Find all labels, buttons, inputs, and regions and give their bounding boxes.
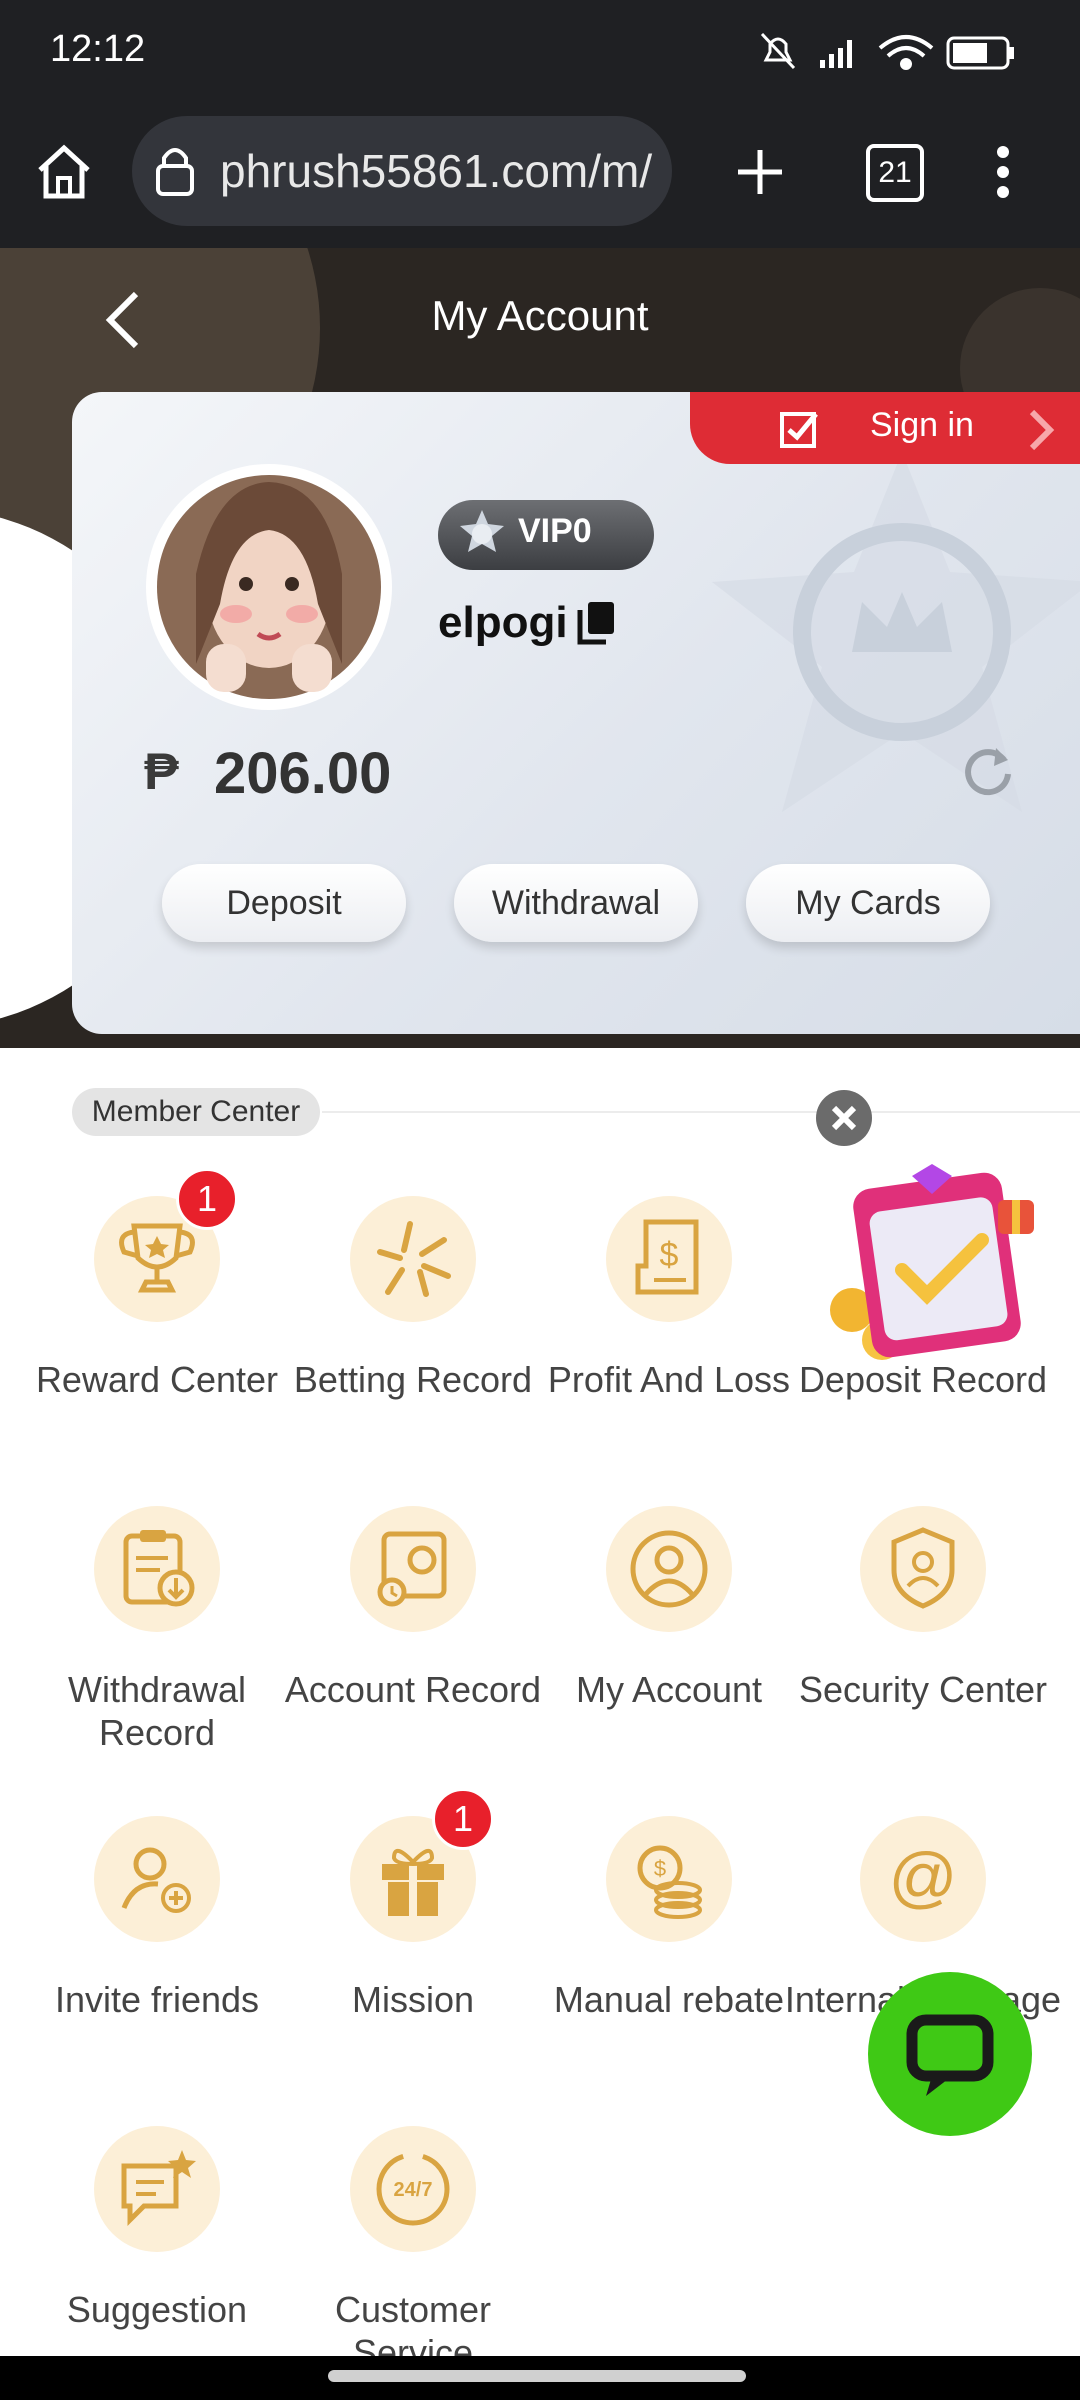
item-label: Security Center (798, 1669, 1048, 1710)
more-menu-icon[interactable] (990, 144, 1016, 200)
vip-medal-icon (460, 510, 504, 552)
home-gesture-handle[interactable] (328, 2370, 746, 2382)
item-label: Suggestion (66, 2289, 248, 2330)
item-label: Customer Service (334, 2289, 492, 2356)
support-247-icon: 24/7 (350, 2126, 476, 2252)
close-popup-button[interactable] (816, 1090, 872, 1146)
invite-friends-item[interactable]: Invite friends (14, 1816, 300, 2076)
section-divider (322, 1111, 1080, 1113)
item-label: Mission (351, 1979, 475, 2020)
security-center-item[interactable]: Security Center (780, 1506, 1066, 1766)
url-text: phrush55861.com/m/ (220, 145, 653, 197)
home-icon[interactable] (32, 140, 96, 204)
tab-switcher-button[interactable]: 21 (866, 144, 924, 202)
member-center-title: Member Center (72, 1088, 320, 1136)
customer-service-item[interactable]: 24/7 Customer Service (270, 2126, 556, 2356)
svg-text:$: $ (660, 1236, 679, 1274)
copy-icon[interactable] (576, 600, 616, 646)
chevron-right-icon (1029, 409, 1055, 451)
clipboard-download-icon (94, 1506, 220, 1632)
betting-icon (350, 1196, 476, 1322)
account-record-icon (350, 1506, 476, 1632)
refresh-icon[interactable] (960, 744, 1014, 798)
notification-badge: 1 (432, 1788, 494, 1850)
item-label: Profit And Loss (547, 1359, 791, 1400)
lock-icon (156, 148, 194, 196)
new-tab-icon[interactable] (734, 146, 786, 198)
username: elpogi (438, 598, 568, 647)
suggestion-icon (94, 2126, 220, 2252)
account-record-item[interactable]: Account Record (270, 1506, 556, 1766)
suggestion-item[interactable]: Suggestion (14, 2126, 300, 2356)
status-icons (760, 32, 1014, 70)
receipt-icon: $ (606, 1196, 732, 1322)
close-icon (831, 1105, 857, 1131)
battery-icon (946, 36, 1014, 70)
invite-icon (94, 1816, 220, 1942)
signal-icon (820, 40, 852, 68)
shield-user-icon (860, 1506, 986, 1632)
svg-text:@: @ (888, 1839, 957, 1915)
coins-icon: $ (606, 1816, 732, 1942)
notification-badge: 1 (176, 1168, 238, 1230)
item-label: Invite friends (54, 1979, 260, 2020)
my-cards-button[interactable]: My Cards (746, 864, 990, 942)
reward-center-item[interactable]: 1 Reward Center (14, 1168, 300, 1456)
live-chat-button[interactable] (868, 1972, 1032, 2136)
withdrawal-button[interactable]: Withdrawal (454, 864, 698, 942)
item-label: Account Record (284, 1669, 542, 1710)
currency-symbol: ₱ (144, 743, 179, 801)
item-label: My Account (575, 1669, 763, 1710)
chat-bubble-icon (906, 2014, 994, 2096)
user-icon (606, 1506, 732, 1632)
deposit-button[interactable]: Deposit (162, 864, 406, 942)
page-title: My Account (431, 292, 649, 339)
manual-rebate-item[interactable]: $ Manual rebate (526, 1816, 812, 2076)
vip-level: VIP0 (518, 512, 592, 550)
vip-medal-watermark-icon (712, 452, 1080, 812)
item-label: Manual rebate (553, 1979, 785, 2020)
item-label: Withdrawal Record (67, 1669, 247, 1753)
my-account-item[interactable]: My Account (526, 1506, 812, 1766)
promo-checkin-icon[interactable] (822, 1160, 1042, 1370)
svg-text:24/7: 24/7 (394, 2179, 433, 2201)
profit-and-loss-item[interactable]: $ Profit And Loss (526, 1196, 812, 1456)
avatar[interactable] (146, 464, 392, 710)
mute-icon (760, 32, 796, 70)
balance-amount: 206.00 (214, 741, 392, 806)
withdrawal-record-item[interactable]: Withdrawal Record (14, 1506, 300, 1766)
sign-in-label: Sign in (870, 406, 974, 444)
at-icon: @ (860, 1816, 986, 1942)
status-time: 12:12 (50, 28, 146, 70)
wifi-icon (878, 35, 934, 70)
checkbox-icon (780, 412, 818, 448)
item-label: Betting Record (293, 1359, 533, 1400)
avatar-photo (157, 475, 381, 699)
mission-item[interactable]: 1 Mission (270, 1788, 556, 2076)
svg-text:$: $ (654, 1856, 666, 1881)
item-label: Reward Center (35, 1359, 279, 1400)
betting-record-item[interactable]: Betting Record (270, 1196, 556, 1456)
